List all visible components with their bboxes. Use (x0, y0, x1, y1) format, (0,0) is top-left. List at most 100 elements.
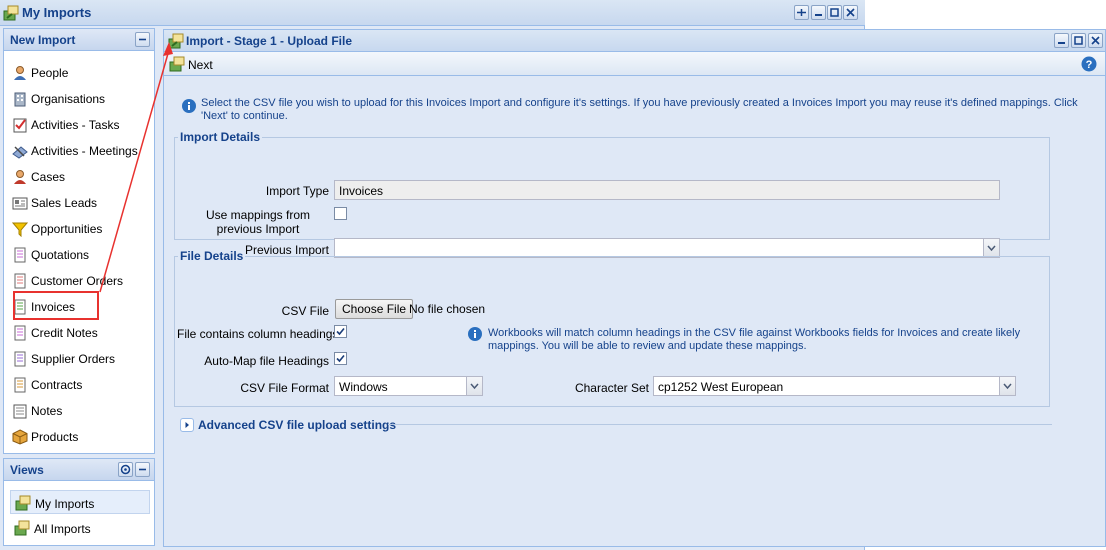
minimize-icon (1058, 42, 1065, 44)
views-settings-button[interactable] (118, 462, 133, 477)
import-icon (14, 520, 30, 536)
chevron-down-icon (1003, 383, 1012, 390)
choose-file-button[interactable]: Choose File (335, 299, 414, 319)
collapse-new-import-button[interactable] (135, 32, 150, 47)
maximize-icon (830, 8, 839, 17)
import-stage-title-bar: Import - Stage 1 - Upload File (164, 30, 1105, 52)
nav-item-products[interactable]: Products (10, 427, 146, 447)
supplier-order-icon (12, 351, 28, 367)
view-item-all-imports[interactable]: All Imports (10, 516, 150, 540)
person-icon (12, 65, 28, 81)
views-panel: Views My Imports All Imports (3, 458, 155, 546)
file-details-legend: File Details (180, 249, 244, 263)
import-icon (15, 495, 31, 511)
note-icon (12, 403, 28, 419)
meeting-icon (12, 143, 28, 159)
character-set-combo[interactable]: cp1252 West European (653, 376, 1016, 396)
nav-item-credit-notes[interactable]: Credit Notes (10, 323, 146, 343)
import-icon (168, 33, 184, 49)
use-mappings-label: Use mappings from previous Import (205, 208, 311, 236)
column-headings-label: File contains column headings (177, 327, 339, 341)
nav-item-cases[interactable]: Cases (10, 167, 146, 187)
nav-item-opportunities[interactable]: Opportunities (10, 219, 146, 239)
expand-button[interactable] (180, 418, 194, 432)
task-icon (12, 117, 28, 133)
gear-icon (120, 464, 131, 475)
nav-item-contracts[interactable]: Contracts (10, 375, 146, 395)
my-imports-title: My Imports (22, 5, 92, 20)
import-minimize-button[interactable] (1054, 33, 1069, 48)
funnel-icon (12, 221, 28, 237)
import-icon (3, 5, 19, 21)
chevron-down-icon (470, 383, 479, 390)
chevron-right-icon (185, 422, 189, 428)
nav-item-organisations[interactable]: Organisations (10, 89, 146, 109)
nav-item-sales-leads[interactable]: Sales Leads (10, 193, 146, 213)
import-close-button[interactable] (1088, 33, 1103, 48)
no-file-chosen-text: No file chosen (409, 302, 486, 316)
nav-item-supplier-orders[interactable]: Supplier Orders (10, 349, 146, 369)
import-stage-window: Import - Stage 1 - Upload File Next ? Se… (163, 29, 1106, 547)
new-import-title: New Import (10, 33, 76, 47)
auto-map-checkbox[interactable] (334, 352, 347, 365)
credit-note-icon (12, 325, 28, 341)
advanced-divider (388, 424, 1052, 425)
character-set-value: cp1252 West European (658, 380, 784, 394)
close-button[interactable] (843, 5, 858, 20)
quotation-icon (12, 247, 28, 263)
invoices-highlight-box (13, 291, 99, 320)
import-toolbar: Next ? (164, 52, 1105, 76)
collapse-views-button[interactable] (135, 462, 150, 477)
sales-leads-icon (12, 195, 28, 211)
close-icon (1091, 36, 1100, 45)
close-icon (846, 8, 855, 17)
nav-item-customer-orders[interactable]: Customer Orders (10, 271, 146, 291)
views-header: Views (4, 459, 154, 481)
intro-text: Select the CSV file you wish to upload f… (201, 97, 1078, 122)
advanced-settings-label: Advanced CSV file upload settings (198, 418, 397, 432)
character-set-dropdown-trigger[interactable] (999, 376, 1016, 396)
building-icon (12, 91, 28, 107)
view-item-my-imports[interactable]: My Imports (10, 490, 150, 514)
minimize-icon (815, 14, 822, 16)
csv-format-value: Windows (339, 380, 388, 394)
info-icon (467, 326, 483, 342)
auto-map-label: Auto-Map file Headings (204, 354, 329, 368)
import-maximize-button[interactable] (1071, 33, 1086, 48)
csv-format-combo[interactable]: Windows (334, 376, 483, 396)
new-import-header: New Import (4, 29, 154, 51)
nav-item-notes[interactable]: Notes (10, 401, 146, 421)
checkmark-icon (336, 354, 345, 363)
svg-text:?: ? (1086, 59, 1093, 71)
import-stage-title: Import - Stage 1 - Upload File (186, 34, 353, 48)
checkmark-icon (336, 327, 345, 336)
my-imports-title-bar: My Imports (0, 0, 865, 26)
pin-button[interactable] (794, 5, 809, 20)
maximize-icon (1074, 36, 1083, 45)
next-import-icon (169, 56, 185, 72)
import-type-label: Import Type (265, 184, 329, 198)
customer-order-icon (12, 273, 28, 289)
auto-map-info-text: Workbooks will match column headings in … (488, 327, 1021, 352)
import-form: Select the CSV file you wish to upload f… (165, 77, 1105, 545)
advanced-settings-toggle[interactable]: Advanced CSV file upload settings (176, 415, 1052, 435)
pin-icon (797, 9, 806, 16)
nav-item-activities-meetings[interactable]: Activities - Meetings (10, 141, 146, 161)
nav-item-quotations[interactable]: Quotations (10, 245, 146, 265)
csv-format-label: CSV File Format (240, 381, 329, 395)
views-title: Views (10, 463, 44, 477)
contract-icon (12, 377, 28, 393)
help-button[interactable]: ? (1081, 56, 1097, 72)
minimize-button[interactable] (811, 5, 826, 20)
csv-format-dropdown-trigger[interactable] (466, 376, 483, 396)
nav-item-people[interactable]: People (10, 63, 146, 83)
nav-item-activities-tasks[interactable]: Activities - Tasks (10, 115, 146, 135)
maximize-button[interactable] (827, 5, 842, 20)
use-mappings-checkbox[interactable] (334, 207, 347, 220)
column-headings-checkbox[interactable] (334, 325, 347, 338)
help-icon: ? (1081, 56, 1097, 72)
product-box-icon (12, 429, 28, 445)
collapse-icon (139, 38, 146, 41)
collapse-icon (139, 468, 146, 471)
import-details-legend: Import Details (180, 130, 261, 144)
